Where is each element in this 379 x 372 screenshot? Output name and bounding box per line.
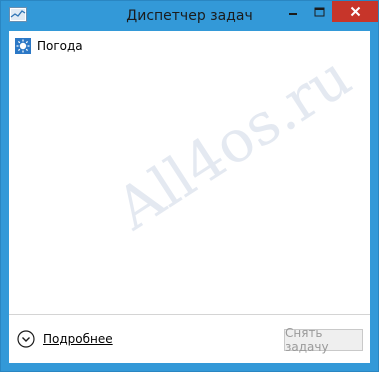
process-name: Погода <box>37 39 83 53</box>
close-icon <box>350 6 360 17</box>
minimize-button[interactable] <box>280 1 306 22</box>
close-button[interactable] <box>332 1 378 22</box>
weather-app-icon <box>15 38 31 54</box>
list-item[interactable]: Погода <box>11 35 211 57</box>
more-details-button[interactable]: Подробнее <box>17 330 113 348</box>
end-task-button[interactable]: Снять задачу <box>284 326 363 354</box>
footer: Подробнее Снять задачу <box>9 315 370 363</box>
maximize-icon <box>314 7 324 16</box>
chevron-down-circle-icon <box>17 330 35 348</box>
title-bar[interactable]: Диспетчер задач <box>1 1 378 31</box>
process-list: All4os.ru Погода <box>9 31 370 313</box>
more-details-label: Подробнее <box>43 332 113 346</box>
client-area: All4os.ru Погода Подробнее Снять задачу <box>9 31 370 363</box>
task-manager-window: Диспетчер задач All4os.ru Погода Подробн… <box>0 0 379 372</box>
minimize-icon <box>289 12 297 15</box>
maximize-button[interactable] <box>306 1 332 22</box>
watermark: All4os.ru <box>104 42 363 244</box>
